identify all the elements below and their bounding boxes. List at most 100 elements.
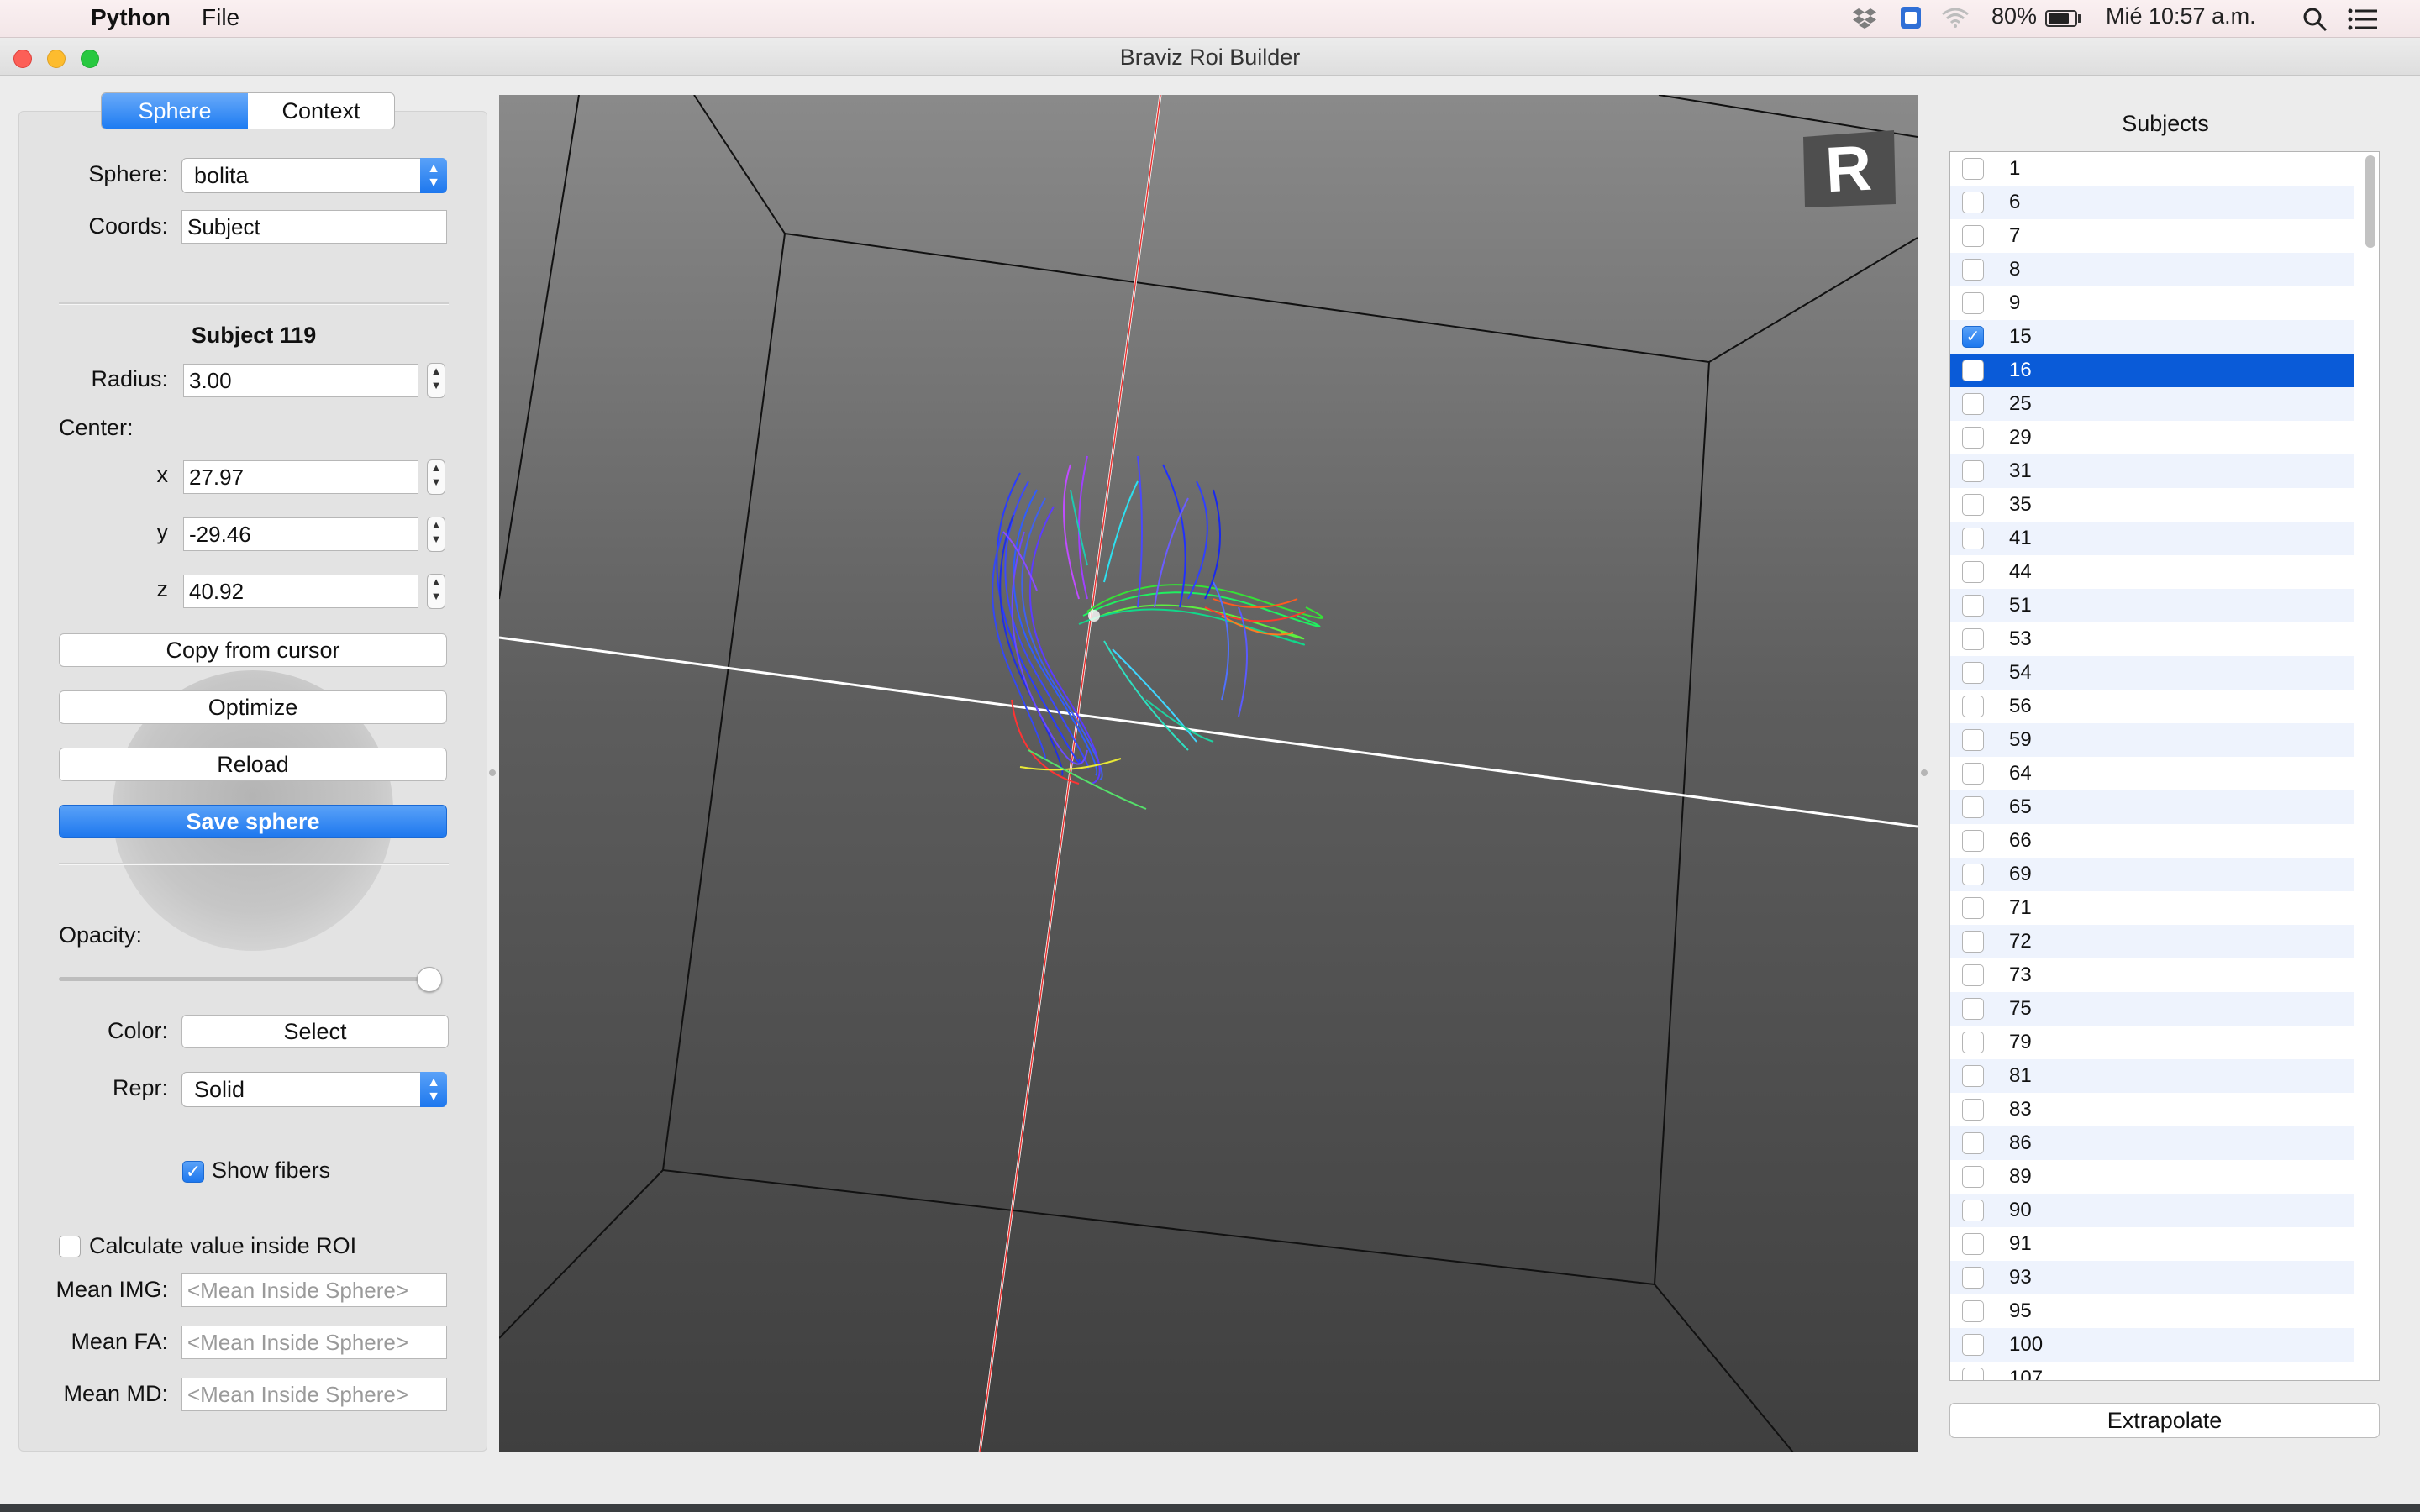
subject-checkbox[interactable] (1962, 595, 1984, 617)
mean-img-field[interactable]: <Mean Inside Sphere> (182, 1273, 447, 1307)
subject-checkbox[interactable] (1962, 796, 1984, 818)
subject-checkbox[interactable] (1962, 897, 1984, 919)
subject-row[interactable]: 1 (1950, 152, 2354, 186)
calculate-roi-label[interactable]: Calculate value inside ROI (89, 1233, 356, 1259)
center-x-field[interactable]: 27.97 (183, 460, 418, 494)
subject-checkbox[interactable] (1962, 427, 1984, 449)
subject-row[interactable]: ✓ 15 (1950, 320, 2354, 354)
subject-row[interactable]: 93 (1950, 1261, 2354, 1294)
extrapolate-button[interactable]: Extrapolate (1949, 1403, 2380, 1438)
radius-field[interactable]: 3.00 (183, 364, 418, 397)
subject-row[interactable]: 66 (1950, 824, 2354, 858)
subject-row[interactable]: 31 (1950, 454, 2354, 488)
subject-row[interactable]: 72 (1950, 925, 2354, 958)
center-z-field[interactable]: 40.92 (183, 575, 418, 608)
mean-fa-field[interactable]: <Mean Inside Sphere> (182, 1326, 447, 1359)
subject-row[interactable]: 56 (1950, 690, 2354, 723)
opacity-slider-handle[interactable] (417, 967, 442, 992)
subject-checkbox[interactable] (1962, 1368, 1984, 1380)
subject-row[interactable]: 8 (1950, 253, 2354, 286)
subject-checkbox[interactable] (1962, 1200, 1984, 1221)
subject-checkbox[interactable] (1962, 830, 1984, 852)
select-color-button[interactable]: Select (182, 1015, 449, 1048)
subject-checkbox[interactable] (1962, 931, 1984, 953)
subject-checkbox[interactable] (1962, 763, 1984, 785)
radius-stepper[interactable]: ▲ ▼ (427, 363, 445, 398)
subjects-list[interactable]: 1 6 7 8 9 ✓ 15 16 25 29 31 35 41 44 51 53 54 56 59 64 65 66 69… (1949, 151, 2380, 1381)
center-x-stepper[interactable]: ▲ ▼ (427, 459, 445, 495)
subject-row[interactable]: 65 (1950, 790, 2354, 824)
file-menu[interactable]: File (202, 4, 239, 31)
subject-row[interactable]: 16 (1950, 354, 2354, 387)
subject-row[interactable]: 79 (1950, 1026, 2354, 1059)
subject-checkbox[interactable] (1962, 628, 1984, 650)
subject-checkbox[interactable] (1962, 1032, 1984, 1053)
subject-checkbox[interactable] (1962, 561, 1984, 583)
subject-checkbox[interactable] (1962, 192, 1984, 213)
repr-select[interactable]: Solid ▲ ▼ (182, 1072, 447, 1107)
tab-sphere[interactable]: Sphere (102, 93, 248, 129)
app-menu[interactable]: Python (91, 4, 171, 31)
left-splitter-handle[interactable] (489, 769, 496, 776)
reload-button[interactable]: Reload (59, 748, 447, 781)
subject-checkbox[interactable] (1962, 1334, 1984, 1356)
subject-row[interactable]: 75 (1950, 992, 2354, 1026)
subject-checkbox[interactable] (1962, 393, 1984, 415)
center-y-stepper[interactable]: ▲ ▼ (427, 517, 445, 552)
show-fibers-checkbox[interactable]: ✓ (182, 1161, 204, 1183)
save-sphere-button[interactable]: Save sphere (59, 805, 447, 838)
subjects-scrollbar[interactable] (2365, 155, 2375, 248)
optimize-button[interactable]: Optimize (59, 690, 447, 724)
battery-icon[interactable] (2045, 10, 2077, 27)
subject-checkbox[interactable] (1962, 662, 1984, 684)
subject-row[interactable]: 81 (1950, 1059, 2354, 1093)
copy-from-cursor-button[interactable]: Copy from cursor (59, 633, 447, 667)
subject-checkbox[interactable] (1962, 1166, 1984, 1188)
subject-row[interactable]: 44 (1950, 555, 2354, 589)
subject-row[interactable]: 100 (1950, 1328, 2354, 1362)
subject-row[interactable]: 90 (1950, 1194, 2354, 1227)
subject-checkbox[interactable] (1962, 259, 1984, 281)
subject-row[interactable]: 91 (1950, 1227, 2354, 1261)
center-z-stepper[interactable]: ▲ ▼ (427, 574, 445, 609)
subject-row[interactable]: 6 (1950, 186, 2354, 219)
subject-checkbox[interactable] (1962, 729, 1984, 751)
spotlight-icon[interactable] (2302, 7, 2328, 32)
subject-row[interactable]: 95 (1950, 1294, 2354, 1328)
subject-row[interactable]: 54 (1950, 656, 2354, 690)
subject-checkbox[interactable] (1962, 528, 1984, 549)
notification-center-icon[interactable] (2348, 8, 2378, 30)
dropbox-icon[interactable] (1852, 7, 1877, 30)
subject-checkbox[interactable] (1962, 998, 1984, 1020)
subject-checkbox[interactable] (1962, 864, 1984, 885)
subject-checkbox[interactable] (1962, 225, 1984, 247)
subject-row[interactable]: 35 (1950, 488, 2354, 522)
subject-checkbox[interactable] (1962, 360, 1984, 381)
show-fibers-label[interactable]: Show fibers (212, 1158, 330, 1184)
subject-checkbox[interactable]: ✓ (1962, 326, 1984, 348)
subject-checkbox[interactable] (1962, 1065, 1984, 1087)
sphere-select[interactable]: bolita ▲ ▼ (182, 158, 447, 193)
3d-viewport[interactable]: R (499, 95, 1918, 1452)
mean-md-field[interactable]: <Mean Inside Sphere> (182, 1378, 447, 1411)
coords-field[interactable]: Subject (182, 210, 447, 244)
subject-checkbox[interactable] (1962, 494, 1984, 516)
subject-checkbox[interactable] (1962, 1099, 1984, 1121)
subject-checkbox[interactable] (1962, 1132, 1984, 1154)
subject-row[interactable]: 69 (1950, 858, 2354, 891)
subject-row[interactable]: 107 (1950, 1362, 2354, 1380)
subject-row[interactable]: 41 (1950, 522, 2354, 555)
subject-row[interactable]: 64 (1950, 757, 2354, 790)
subject-checkbox[interactable] (1962, 292, 1984, 314)
subject-row[interactable]: 51 (1950, 589, 2354, 622)
battery-percent[interactable]: 80% (1991, 3, 2037, 29)
subject-row[interactable]: 89 (1950, 1160, 2354, 1194)
subject-checkbox[interactable] (1962, 158, 1984, 180)
subject-row[interactable]: 53 (1950, 622, 2354, 656)
subject-row[interactable]: 73 (1950, 958, 2354, 992)
subject-row[interactable]: 86 (1950, 1126, 2354, 1160)
wifi-icon[interactable] (1941, 7, 1970, 29)
subject-row[interactable]: 9 (1950, 286, 2354, 320)
right-splitter-handle[interactable] (1921, 769, 1928, 776)
subject-checkbox[interactable] (1962, 460, 1984, 482)
